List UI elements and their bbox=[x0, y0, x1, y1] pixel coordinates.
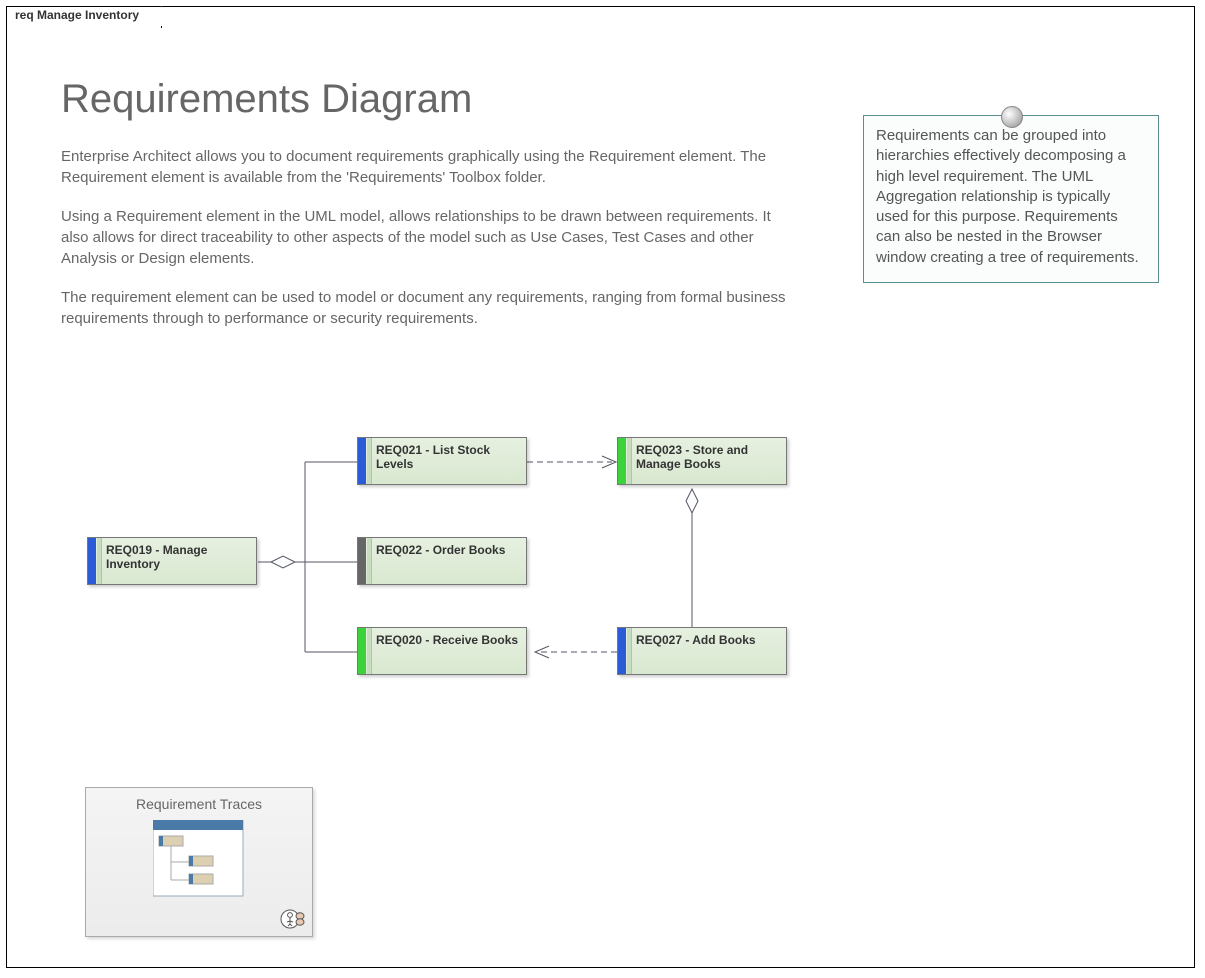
status-stripe bbox=[358, 538, 372, 584]
requirement-req021[interactable]: REQ021 - List Stock Levels bbox=[357, 437, 527, 485]
navigation-cell-title: Requirement Traces bbox=[86, 796, 312, 812]
status-stripe bbox=[618, 628, 632, 674]
requirement-req022[interactable]: REQ022 - Order Books bbox=[357, 537, 527, 585]
navigation-cell-thumbnail bbox=[153, 820, 245, 898]
requirement-req019[interactable]: REQ019 - Manage Inventory bbox=[87, 537, 257, 585]
requirement-label: REQ020 - Receive Books bbox=[376, 633, 521, 647]
requirement-label: REQ027 - Add Books bbox=[636, 633, 781, 647]
status-stripe bbox=[358, 628, 372, 674]
requirement-req020[interactable]: REQ020 - Receive Books bbox=[357, 627, 527, 675]
status-stripe bbox=[618, 438, 632, 484]
requirement-label: REQ022 - Order Books bbox=[376, 543, 521, 557]
diagram-frame: req Manage Inventory Requirements Diagra… bbox=[6, 6, 1195, 968]
composite-indicator-icon bbox=[280, 908, 306, 930]
requirement-label: REQ023 - Store and Manage Books bbox=[636, 443, 781, 472]
requirement-label: REQ021 - List Stock Levels bbox=[376, 443, 521, 472]
status-stripe bbox=[88, 538, 102, 584]
requirement-req027[interactable]: REQ027 - Add Books bbox=[617, 627, 787, 675]
requirement-label: REQ019 - Manage Inventory bbox=[106, 543, 251, 572]
status-stripe bbox=[358, 438, 372, 484]
requirement-req023[interactable]: REQ023 - Store and Manage Books bbox=[617, 437, 787, 485]
navigation-cell-requirement-traces[interactable]: Requirement Traces bbox=[85, 787, 313, 937]
